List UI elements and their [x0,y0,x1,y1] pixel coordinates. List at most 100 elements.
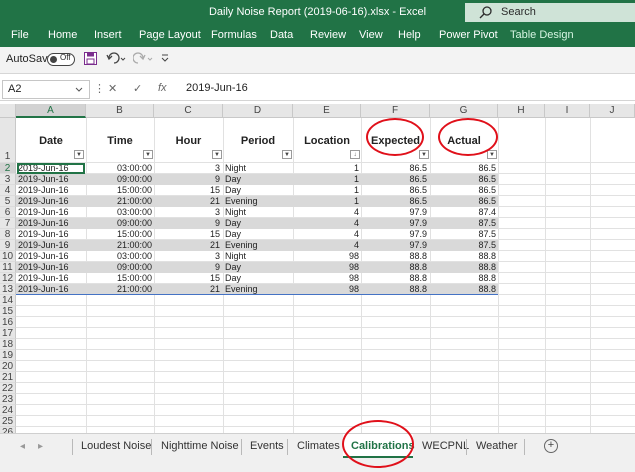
tab-data[interactable]: Data [270,29,293,41]
cell-location[interactable]: 4 [293,240,359,251]
cell-time[interactable]: 09:00:00 [86,262,152,273]
cell-period[interactable]: Night [225,207,291,218]
cell-period[interactable]: Day [225,229,291,240]
row-header-21[interactable]: 21 [0,372,16,383]
row-header-8[interactable]: 8 [0,229,16,240]
column-header-b[interactable]: B [86,104,154,118]
cell-location[interactable]: 98 [293,273,359,284]
tab-view[interactable]: View [359,29,383,41]
cell-actual[interactable]: 86.5 [430,185,496,196]
cell-time[interactable]: 15:00:00 [86,229,152,240]
cell-actual[interactable]: 86.5 [430,196,496,207]
cell-location[interactable]: 1 [293,185,359,196]
redo-icon[interactable] [132,52,153,68]
sort-descending-icon[interactable]: ↓ [350,150,360,159]
sheet-nav-left-icon[interactable]: ◂ [20,441,25,452]
cell-hour[interactable]: 15 [154,273,220,284]
filter-dropdown-icon[interactable]: ▼ [282,150,292,159]
cell-hour[interactable]: 9 [154,174,220,185]
cell-date[interactable]: 2019-Jun-16 [18,207,84,218]
filter-dropdown-icon[interactable]: ▼ [143,150,153,159]
cell-hour[interactable]: 15 [154,229,220,240]
tab-insert[interactable]: Insert [94,29,122,41]
row-header-20[interactable]: 20 [0,361,16,372]
column-header-h[interactable]: H [498,104,545,118]
cell-time[interactable]: 03:00:00 [86,251,152,262]
sheet-tab-weather[interactable]: Weather [476,440,517,452]
cell-actual[interactable]: 86.5 [430,163,496,174]
cell-actual[interactable]: 87.5 [430,218,496,229]
filter-dropdown-icon[interactable]: ▼ [74,150,84,159]
sheet-tab-nighttime-noise[interactable]: Nighttime Noise [161,440,239,452]
cell-actual[interactable]: 87.5 [430,240,496,251]
row-header-10[interactable]: 10 [0,251,16,262]
name-box[interactable]: A2 [2,80,90,99]
column-header-j[interactable]: J [590,104,635,118]
row-header-19[interactable]: 19 [0,350,16,361]
cell-date[interactable]: 2019-Jun-16 [18,196,84,207]
tab-table-design[interactable]: Table Design [510,29,574,41]
tab-review[interactable]: Review [310,29,346,41]
filter-dropdown-icon[interactable]: ▼ [212,150,222,159]
row-header-17[interactable]: 17 [0,328,16,339]
cell-period[interactable]: Day [225,273,291,284]
autosave-toggle[interactable]: Off [47,53,75,66]
filter-dropdown-icon[interactable]: ▼ [419,150,429,159]
cell-expected[interactable]: 97.9 [361,240,427,251]
sheet-tab-events[interactable]: Events [250,440,284,452]
row-header-9[interactable]: 9 [0,240,16,251]
cell-period[interactable]: Day [225,185,291,196]
cell-period[interactable]: Evening [225,196,291,207]
cell-location[interactable]: 4 [293,218,359,229]
chevron-down-icon[interactable] [75,84,83,96]
cell-time[interactable]: 15:00:00 [86,185,152,196]
row-header-4[interactable]: 4 [0,185,16,196]
row-header-23[interactable]: 23 [0,394,16,405]
sheet-tab-climates[interactable]: Climates [297,440,340,452]
cell-hour[interactable]: 9 [154,262,220,273]
cell-actual[interactable]: 87.5 [430,229,496,240]
tab-page-layout[interactable]: Page Layout [139,29,201,41]
cell-period[interactable]: Night [225,163,291,174]
sheet-tab-loudest-noise[interactable]: Loudest Noise [81,440,151,452]
cell-time[interactable]: 09:00:00 [86,174,152,185]
cell-date[interactable]: 2019-Jun-16 [18,185,84,196]
cell-hour[interactable]: 21 [154,240,220,251]
row-header-2[interactable]: 2 [0,163,16,174]
cell-location[interactable]: 98 [293,251,359,262]
cell-expected[interactable]: 86.5 [361,185,427,196]
cell-period[interactable]: Evening [225,240,291,251]
sheet-tab-wecpnl[interactable]: WECPNL [422,440,469,452]
row-header-12[interactable]: 12 [0,273,16,284]
cell-actual[interactable]: 88.8 [430,262,496,273]
cell-period[interactable]: Day [225,218,291,229]
cell-time[interactable]: 03:00:00 [86,207,152,218]
cell-date[interactable]: 2019-Jun-16 [18,273,84,284]
tab-help[interactable]: Help [398,29,421,41]
cell-actual[interactable]: 86.5 [430,174,496,185]
column-header-g[interactable]: G [430,104,498,118]
search-box[interactable]: Search [465,3,635,22]
row-header-6[interactable]: 6 [0,207,16,218]
sheet-nav-right-icon[interactable]: ▸ [38,441,43,452]
cell-expected[interactable]: 86.5 [361,163,427,174]
filter-dropdown-icon[interactable]: ▼ [487,150,497,159]
tab-power-pivot[interactable]: Power Pivot [439,29,498,41]
tab-file[interactable]: File [11,29,29,41]
cell-expected[interactable]: 88.8 [361,251,427,262]
cell-expected[interactable]: 97.9 [361,207,427,218]
tab-home[interactable]: Home [48,29,77,41]
row-header-15[interactable]: 15 [0,306,16,317]
cell-time[interactable]: 21:00:00 [86,240,152,251]
row-header-18[interactable]: 18 [0,339,16,350]
cell-time[interactable]: 09:00:00 [86,218,152,229]
enter-icon[interactable]: ✓ [133,82,142,95]
cell-time[interactable]: 03:00:00 [86,163,152,174]
row-header-1[interactable]: 1 [0,118,16,163]
cell-date[interactable]: 2019-Jun-16 [18,229,84,240]
cell-time[interactable]: 21:00:00 [86,196,152,207]
worksheet-grid[interactable]: A B C D E F G H I J 1 Date Time Hour Per… [0,104,635,433]
cell-date[interactable]: 2019-Jun-16 [18,240,84,251]
cell-expected[interactable]: 86.5 [361,174,427,185]
cell-date[interactable]: 2019-Jun-16 [18,251,84,262]
